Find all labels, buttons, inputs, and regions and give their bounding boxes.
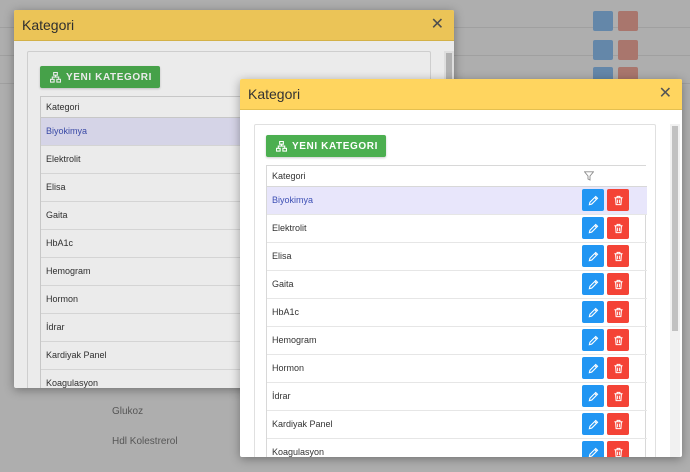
- delete-button[interactable]: [607, 245, 629, 267]
- delete-button[interactable]: [607, 329, 629, 351]
- table-row[interactable]: Elisa: [267, 242, 647, 271]
- category-name: İdrar: [267, 382, 579, 411]
- pencil-icon: [588, 419, 598, 429]
- trash-icon: [613, 195, 623, 205]
- row-actions: [579, 438, 647, 457]
- category-name: Koagulasyon: [267, 438, 579, 457]
- edit-button[interactable]: [582, 245, 604, 267]
- edit-button[interactable]: [582, 189, 604, 211]
- pencil-icon: [588, 335, 598, 345]
- modal-header: Kategori ✕: [240, 79, 682, 110]
- trash-icon: [613, 419, 623, 429]
- trash-icon: [613, 251, 623, 261]
- trash-icon: [613, 363, 623, 373]
- table-row[interactable]: Hemogram: [267, 326, 647, 355]
- new-category-label: YENI KATEGORI: [292, 140, 378, 152]
- edit-button[interactable]: [582, 357, 604, 379]
- row-actions: [579, 410, 647, 439]
- edit-button[interactable]: [582, 441, 604, 457]
- trash-icon: [613, 447, 623, 457]
- category-name: Kardiyak Panel: [267, 410, 579, 439]
- edit-button[interactable]: [582, 329, 604, 351]
- table-row[interactable]: Elektrolit: [267, 214, 647, 243]
- pencil-icon: [588, 251, 598, 261]
- row-actions: [579, 382, 647, 411]
- delete-button[interactable]: [607, 385, 629, 407]
- scrollbar[interactable]: [670, 124, 680, 457]
- category-table: Kategori Biyokimya Elektrolit Elisa Gaita Hb…: [266, 165, 647, 457]
- edit-button[interactable]: [582, 413, 604, 435]
- table-row[interactable]: Kardiyak Panel: [267, 410, 647, 439]
- row-actions: [579, 242, 647, 271]
- trash-icon: [613, 279, 623, 289]
- category-name: Hormon: [267, 354, 579, 383]
- row-actions: [579, 354, 647, 383]
- delete-button[interactable]: [607, 441, 629, 457]
- delete-button[interactable]: [607, 189, 629, 211]
- edit-button[interactable]: [582, 385, 604, 407]
- edit-button[interactable]: [582, 301, 604, 323]
- edit-button[interactable]: [582, 273, 604, 295]
- delete-button[interactable]: [607, 273, 629, 295]
- category-name: Gaita: [267, 270, 579, 299]
- modal-body: YENI KATEGORI Kategori Biyokimya Elektrol…: [240, 110, 682, 457]
- edit-button[interactable]: [582, 217, 604, 239]
- table-row[interactable]: Koagulasyon: [267, 438, 647, 457]
- pencil-icon: [588, 307, 598, 317]
- pencil-icon: [588, 223, 598, 233]
- pencil-icon: [588, 279, 598, 289]
- table-row[interactable]: İdrar: [267, 382, 647, 411]
- pencil-icon: [588, 447, 598, 457]
- card: YENI KATEGORI Kategori Biyokimya Elektrol…: [254, 124, 656, 457]
- category-name: Elisa: [267, 242, 579, 271]
- row-actions: [579, 214, 647, 243]
- row-actions: [579, 326, 647, 355]
- trash-icon: [613, 335, 623, 345]
- table-row[interactable]: HbA1c: [267, 298, 647, 327]
- scrollbar-thumb[interactable]: [672, 126, 678, 331]
- table-row[interactable]: Biyokimya: [267, 186, 647, 215]
- close-icon[interactable]: ✕: [659, 86, 672, 102]
- modal-title: Kategori: [248, 86, 301, 102]
- table-row[interactable]: Hormon: [267, 354, 647, 383]
- category-name: HbA1c: [267, 298, 579, 327]
- row-actions: [579, 298, 647, 327]
- delete-button[interactable]: [607, 413, 629, 435]
- pencil-icon: [588, 391, 598, 401]
- trash-icon: [613, 223, 623, 233]
- delete-button[interactable]: [607, 301, 629, 323]
- pencil-icon: [588, 195, 598, 205]
- front-modal: Kategori ✕ YENI KATEGORI Kategori Biyoki…: [240, 79, 682, 457]
- delete-button[interactable]: [607, 357, 629, 379]
- column-header: Kategori: [267, 166, 579, 187]
- category-name: Elektrolit: [267, 214, 579, 243]
- trash-icon: [613, 391, 623, 401]
- sitemap-icon: [276, 140, 287, 152]
- row-actions: [579, 186, 647, 215]
- delete-button[interactable]: [607, 217, 629, 239]
- table-row[interactable]: Gaita: [267, 270, 647, 299]
- filter-icon[interactable]: [583, 171, 595, 181]
- category-name: Biyokimya: [267, 186, 579, 215]
- category-name: Hemogram: [267, 326, 579, 355]
- row-actions: [579, 270, 647, 299]
- trash-icon: [613, 307, 623, 317]
- pencil-icon: [588, 363, 598, 373]
- new-category-button[interactable]: YENI KATEGORI: [266, 135, 386, 157]
